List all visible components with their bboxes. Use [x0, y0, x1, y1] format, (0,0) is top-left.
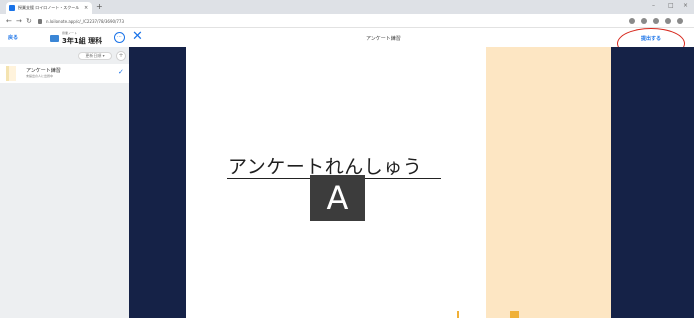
window-close-button[interactable]: ×: [683, 2, 688, 9]
new-tab-button[interactable]: +: [96, 2, 103, 12]
sidebar: 更新日順 ▾ + アンケート練習 未提出の人に出題中 ✓: [0, 47, 129, 318]
back-arrow-icon[interactable]: ←: [6, 17, 12, 25]
url-field[interactable]: n.loilonote.app/c/_/C2237/78/3690/773: [38, 17, 598, 25]
app-window: 授業支援 ロイロノート・スクール × + – □ × ← → ↻ n.loilo…: [0, 0, 694, 318]
left-panel: [129, 47, 186, 318]
card-thumbnail: [6, 66, 16, 81]
letter-tile[interactable]: A: [310, 175, 365, 221]
close-icon[interactable]: ✕: [132, 30, 143, 44]
tab-close-icon[interactable]: ×: [84, 5, 88, 11]
star-icon[interactable]: [653, 18, 659, 24]
key-icon[interactable]: [629, 18, 635, 24]
profile-icon[interactable]: [677, 18, 683, 24]
address-bar: ← → ↻ n.loilonote.app/c/_/C2237/78/3690/…: [0, 14, 694, 28]
app-header: 戻る 授業ノート 3年1組 理科 ⋯ ✕ アンケート練習 提出する: [0, 29, 694, 47]
browser-tab[interactable]: 授業支援 ロイロノート・スクール ×: [6, 2, 92, 14]
submit-button[interactable]: 提出する: [641, 35, 661, 42]
forward-arrow-icon[interactable]: →: [16, 17, 22, 25]
orange-mark: [510, 311, 519, 318]
page-title: アンケート練習: [366, 36, 401, 42]
browser-tab-bar: 授業支援 ロイロノート・スクール × + – □ ×: [0, 0, 694, 14]
check-icon: ✓: [118, 68, 124, 76]
tab-title: 授業支援 ロイロノート・スクール: [18, 5, 80, 10]
list-item[interactable]: アンケート練習 未提出の人に出題中 ✓: [0, 64, 129, 83]
breadcrumb-title[interactable]: 3年1組 理科: [62, 36, 102, 46]
url-text: n.loilonote.app/c/_/C2237/78/3690/773: [46, 18, 125, 24]
peach-panel: [486, 47, 611, 318]
lock-icon: [38, 18, 42, 24]
reload-icon[interactable]: ↻: [26, 17, 32, 25]
back-button[interactable]: 戻る: [8, 34, 18, 41]
card-subtitle: 未提出の人に出題中: [26, 74, 54, 78]
orange-mark: [457, 311, 459, 318]
breadcrumb-parent: 授業ノート: [62, 31, 78, 35]
sort-dropdown[interactable]: 更新日順 ▾: [78, 52, 112, 60]
right-panel: [611, 47, 694, 318]
add-button[interactable]: +: [116, 51, 126, 61]
card-title: アンケート練習: [26, 68, 61, 74]
folder-icon: [50, 35, 59, 42]
translate-icon[interactable]: [641, 18, 647, 24]
favicon-icon: [9, 5, 15, 11]
card-canvas[interactable]: アンケートれんしゅう A: [129, 47, 694, 318]
extension-icon[interactable]: [665, 18, 671, 24]
maximize-button[interactable]: □: [668, 2, 674, 9]
share-icon[interactable]: ⋯: [114, 32, 125, 43]
minimize-button[interactable]: –: [652, 2, 655, 9]
